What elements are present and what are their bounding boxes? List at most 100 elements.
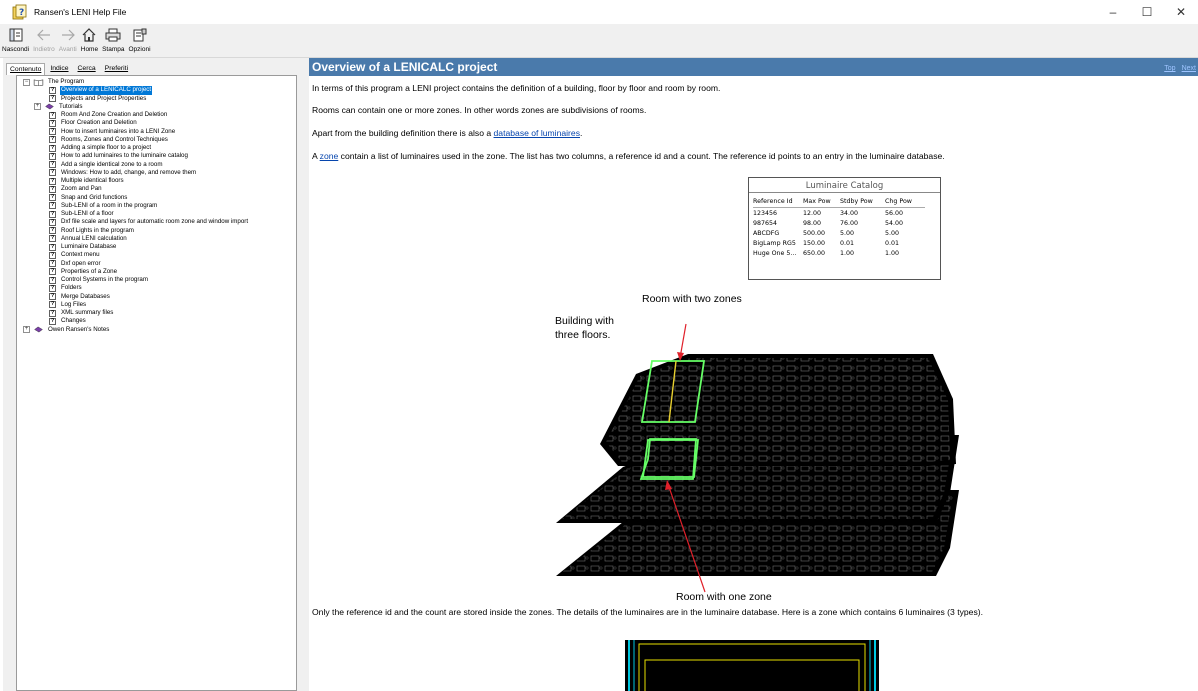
tree-topic[interactable]: ? Dxf file scale and layers for automatic… <box>17 218 296 226</box>
zone-link[interactable]: zone <box>320 151 339 161</box>
tree-topic[interactable]: ? Log Files <box>17 301 296 309</box>
paragraph-4-text: contain a list of luminaires used in the… <box>338 151 945 161</box>
catalog-cell: 1.00 <box>840 249 855 257</box>
catalog-cell: 0.01 <box>840 239 855 247</box>
tree-topic[interactable]: ? Multiple identical floors <box>17 177 296 185</box>
next-link[interactable]: Next <box>1181 65 1196 72</box>
tree-topic-label: Floor Creation and Deletion <box>61 119 137 127</box>
top-link[interactable]: Top <box>1164 65 1176 72</box>
tree-topic[interactable]: ? Context menu <box>17 251 296 259</box>
tab-contents[interactable]: Contenuto <box>6 63 46 75</box>
catalog-cell: 123456 <box>753 209 778 217</box>
options-button[interactable]: Opzioni <box>129 24 151 57</box>
pane-splitter[interactable] <box>299 58 309 691</box>
print-button[interactable]: Stampa <box>102 24 125 57</box>
tree-topic-label: Tutorials <box>59 102 83 110</box>
forward-button[interactable]: Avanti <box>59 24 77 57</box>
tree-topic[interactable]: ? Snap and Grid functions <box>17 194 296 202</box>
nav-tabs: Contenuto Indice Cerca Preferiti <box>3 58 299 75</box>
tree-topic[interactable]: ? Projects and Project Properties <box>17 95 296 103</box>
tree-topic[interactable]: ? XML summary files <box>17 309 296 317</box>
tree-topic[interactable]: ? Control Systems in the program <box>17 276 296 284</box>
catalog-cell: 98.00 <box>803 219 822 227</box>
topic-header: Overview of a LENICALC project Top Next <box>309 58 1198 76</box>
maximize-button[interactable]: ☐ <box>1130 0 1164 24</box>
tree-topic[interactable]: ? Overview of a LENICALC project <box>17 86 296 95</box>
help-page-icon: ? <box>49 293 56 301</box>
help-file-icon: ? <box>12 4 28 20</box>
help-page-icon: ? <box>49 177 56 185</box>
help-page-icon: ? <box>49 185 56 193</box>
tree-topic[interactable]: ? Luminaire Database <box>17 243 296 251</box>
tree-topic[interactable]: ? Merge Databases <box>17 293 296 301</box>
hide-icon <box>9 27 23 43</box>
catalog-cell: 500.00 <box>803 229 826 237</box>
closed-book-icon <box>45 103 54 110</box>
catalog-cell: BigLamp RG5 <box>753 239 796 247</box>
forward-arrow-icon <box>61 27 75 43</box>
catalog-table: Reference Id Max Pow Stdby Pow Chg Pow 1234… <box>753 197 925 258</box>
help-page-icon: ? <box>49 284 56 292</box>
hide-button[interactable]: Nascondi <box>2 24 29 57</box>
tree-topic[interactable]: ? Dxf open error <box>17 260 296 268</box>
tab-index[interactable]: Indice <box>46 62 72 75</box>
close-button[interactable]: ✕ <box>1164 0 1198 24</box>
tab-contents-label: Contenuto <box>10 66 42 73</box>
help-page-icon: ? <box>49 169 56 177</box>
luminaire-database-link[interactable]: database of luminaires <box>494 128 580 138</box>
tree-topic-label: Add a single identical zone to a room <box>61 160 163 168</box>
tree-topic[interactable]: ? Folders <box>17 284 296 292</box>
back-button[interactable]: Indietro <box>33 24 55 57</box>
tree-topic-label: Dxf file scale and layers for automatic … <box>61 218 249 226</box>
paragraph-3-text: Apart from the building definition there… <box>312 128 494 138</box>
tab-search-label: Cerca <box>77 65 96 72</box>
tab-search[interactable]: Cerca <box>74 62 100 75</box>
help-page-icon: ? <box>49 86 56 94</box>
minimize-button[interactable]: – <box>1096 0 1130 24</box>
tree-topic-label: Projects and Project Properties <box>61 94 147 102</box>
tree-topic[interactable]: + Tutorials <box>17 103 296 111</box>
home-button[interactable]: Home <box>81 24 98 57</box>
contents-tree[interactable]: − The Program ? Overview of a LENICALC pr… <box>16 75 297 691</box>
tree-topic[interactable]: ? Rooms, Zones and Control Techniques <box>17 136 296 144</box>
catalog-column-header: Reference Id <box>753 197 803 208</box>
expand-icon[interactable]: + <box>34 103 41 111</box>
tree-topic[interactable]: ? How to insert luminaires into a LENI Zo… <box>17 128 296 136</box>
toolbar: Nascondi Indietro Avanti Home Stampa Opz… <box>0 24 1198 58</box>
back-label: Indietro <box>33 46 55 53</box>
tree-node-owen-notes[interactable]: + Owen Ransen's Notes <box>17 326 296 334</box>
tree-topic[interactable]: ? Zoom and Pan <box>17 185 296 193</box>
tree-node-label: Owen Ransen's Notes <box>48 325 110 333</box>
catalog-cell: 0.01 <box>885 239 900 247</box>
tree-topic[interactable]: ? Annual LENI calculation <box>17 235 296 243</box>
tree-topic[interactable]: ? Windows: How to add, change, and remove… <box>17 169 296 177</box>
tree-topic-label: How to add luminaires to the luminaire c… <box>61 152 188 160</box>
catalog-cell: 56.00 <box>885 209 904 217</box>
tree-topic[interactable]: ? Floor Creation and Deletion <box>17 119 296 127</box>
tree-topic[interactable]: ? Sub-LENI of a floor <box>17 210 296 218</box>
help-page-icon: ? <box>49 235 56 243</box>
expand-icon[interactable]: + <box>23 326 30 334</box>
help-page-icon: ? <box>49 268 56 276</box>
tree-node-the-program[interactable]: − The Program <box>17 78 296 86</box>
tree-topic-label: Luminaire Database <box>61 243 117 250</box>
page-title: Overview of a LENICALC project <box>312 60 498 74</box>
catalog-row: 123456 12.00 34.00 56.00 <box>753 208 925 219</box>
catalog-cell: 54.00 <box>885 219 904 227</box>
home-label: Home <box>80 46 99 53</box>
tree-topic[interactable]: ? Room And Zone Creation and Deletion <box>17 111 296 119</box>
tree-topic[interactable]: ? Changes <box>17 317 296 325</box>
help-page-icon: ? <box>49 95 56 103</box>
tree-topic[interactable]: ? Roof Lights in the program <box>17 227 296 235</box>
tree-topic[interactable]: ? Adding a simple floor to a project <box>17 144 296 152</box>
help-page-icon: ? <box>49 202 56 210</box>
tree-topic[interactable]: ? Properties of a Zone <box>17 268 296 276</box>
tree-topic[interactable]: ? How to add luminaires to the luminaire … <box>17 152 296 160</box>
tab-favorites[interactable]: Preferiti <box>101 62 132 75</box>
tree-topic[interactable]: ? Add a single identical zone to a room <box>17 161 296 169</box>
collapse-icon[interactable]: − <box>23 78 30 86</box>
floor-plans-drawing <box>556 323 959 593</box>
catalog-cell: 5.00 <box>885 229 900 237</box>
open-book-icon <box>33 79 44 86</box>
tree-topic[interactable]: ? Sub-LENI of a room in the program <box>17 202 296 210</box>
